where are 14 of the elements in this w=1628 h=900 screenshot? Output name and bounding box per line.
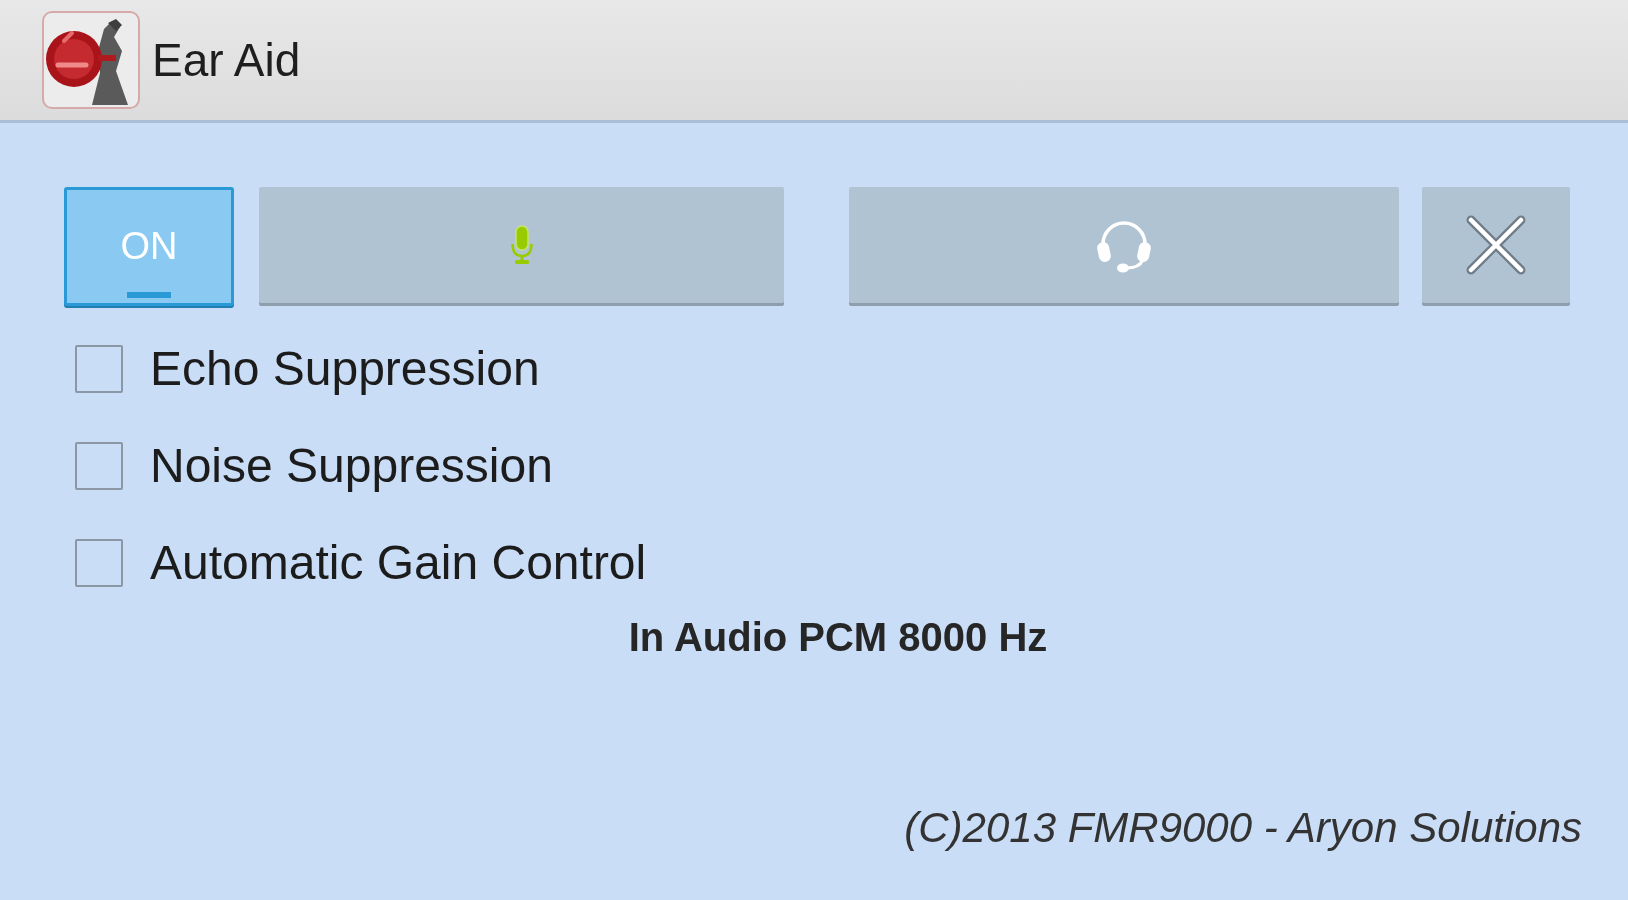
close-icon bbox=[1465, 214, 1527, 276]
option-label: Noise Suppression bbox=[150, 438, 553, 493]
close-button[interactable] bbox=[1422, 187, 1570, 303]
audio-status-text: In Audio PCM 8000 Hz bbox=[628, 615, 1048, 660]
window-title: Ear Aid bbox=[152, 37, 301, 83]
trumpet-logo-icon bbox=[42, 11, 140, 109]
power-toggle[interactable]: ON bbox=[64, 187, 234, 306]
checkbox[interactable] bbox=[75, 538, 123, 587]
checkbox[interactable] bbox=[75, 344, 123, 393]
option-label: Automatic Gain Control bbox=[150, 535, 647, 590]
copyright-text: (C)2013 FMR9000 - Aryon Solutions bbox=[904, 804, 1582, 852]
checkbox[interactable] bbox=[75, 441, 123, 490]
option-label: Echo Suppression bbox=[150, 341, 540, 396]
microphone-icon bbox=[509, 225, 534, 265]
